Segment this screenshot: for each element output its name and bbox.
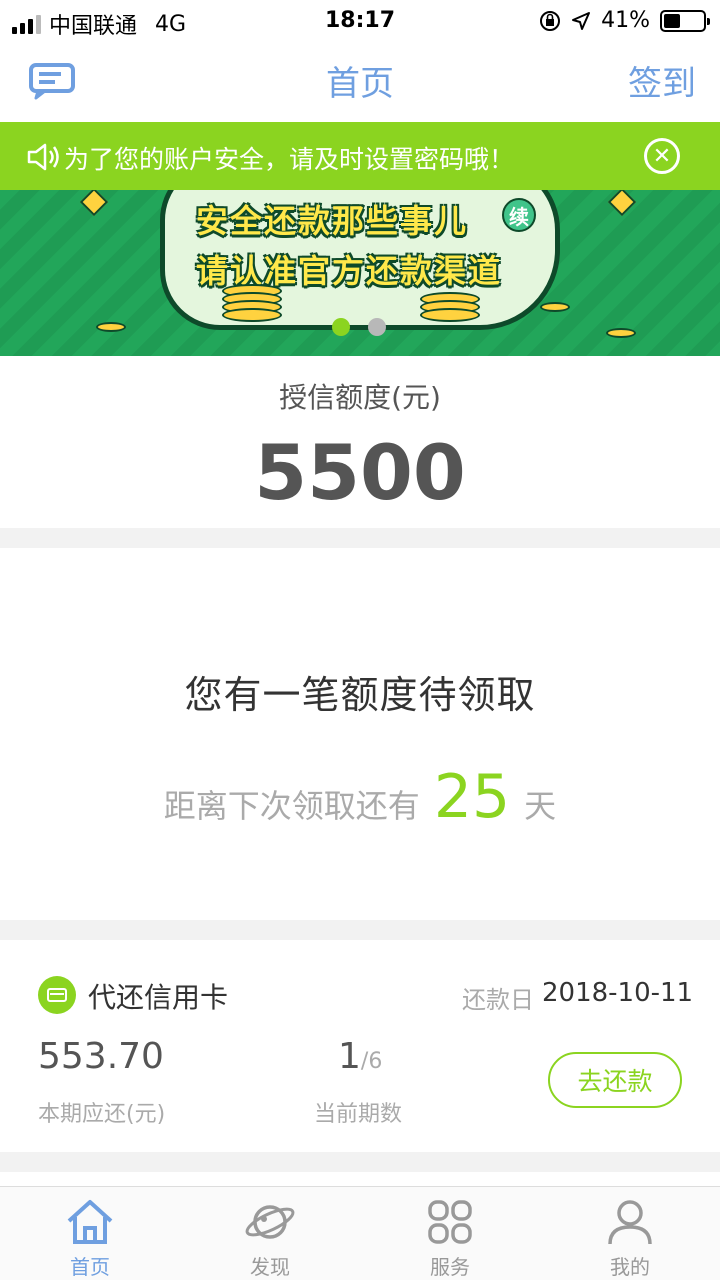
pending-countdown: 距离下次领取还有 25 天: [0, 762, 720, 832]
status-right: 41%: [539, 8, 710, 33]
due-date: 2018-10-11: [542, 978, 694, 1008]
amount-due-label: 本期应还(元): [38, 1102, 166, 1127]
countdown-suffix: 天: [524, 787, 557, 825]
tab-mine[interactable]: 我的: [540, 1187, 720, 1280]
battery-icon: [660, 9, 710, 32]
carousel-indicator: [332, 318, 386, 336]
repayment-title: 代还信用卡: [88, 981, 229, 1014]
coin-stack-icon: [420, 292, 480, 322]
coin-decoration: [96, 322, 126, 332]
tab-label: 发现: [250, 1255, 290, 1279]
period-total: /6: [360, 1049, 383, 1074]
grid-icon: [428, 1200, 472, 1244]
pending-credit-panel[interactable]: 您有一笔额度待领取 距离下次领取还有 25 天: [0, 548, 720, 920]
tab-label: 服务: [430, 1255, 470, 1279]
due-date-label: 还款日: [462, 986, 534, 1014]
promo-banner[interactable]: 安全还款那些事儿 续 请认准官方还款渠道: [0, 190, 720, 356]
amount-due: 553.70: [38, 1036, 164, 1077]
repay-button[interactable]: 去还款: [548, 1052, 682, 1108]
tab-label: 我的: [610, 1255, 650, 1279]
sparkle-decoration: [607, 190, 637, 217]
orientation-lock-icon: [540, 10, 561, 31]
current-period-label: 当前期数: [314, 1102, 403, 1127]
coin-decoration: [540, 302, 570, 312]
current-period: 1/6: [338, 1036, 382, 1077]
close-icon[interactable]: ✕: [644, 138, 680, 174]
security-notice[interactable]: 为了您的账户安全，请及时设置密码哦！ ✕: [0, 122, 720, 190]
tab-services[interactable]: 服务: [360, 1187, 540, 1280]
credit-card: 授信额度(元) 5500: [0, 356, 720, 528]
planet-icon: [245, 1205, 295, 1239]
carousel-dot-active[interactable]: [332, 318, 350, 336]
period-current: 1: [338, 1036, 361, 1077]
repayment-card: 代还信用卡 还款日 2018-10-11 553.70 本期应还(元) 1/6 …: [0, 940, 720, 1152]
battery-percent: 41%: [601, 8, 650, 33]
notice-text: 为了您的账户安全，请及时设置密码哦！: [64, 145, 515, 174]
speaker-icon: [27, 143, 59, 171]
banner-headline: 安全还款那些事儿: [196, 202, 469, 240]
credit-card-icon: [38, 976, 76, 1014]
tab-discover[interactable]: 发现: [180, 1187, 360, 1280]
countdown-days: 25: [433, 762, 511, 832]
countdown-prefix: 距离下次领取还有: [163, 787, 420, 825]
credit-limit-value: 5500: [254, 428, 466, 517]
location-icon: [572, 11, 591, 30]
tab-label: 首页: [70, 1255, 110, 1279]
home-icon: [67, 1200, 113, 1244]
nav-bar: 首页 签到: [0, 40, 720, 122]
battery-fill: [664, 13, 680, 28]
status-bar: 中国联通 4G 18:17 41%: [0, 0, 720, 40]
coin-decoration: [606, 328, 636, 338]
user-icon: [608, 1200, 652, 1245]
coin-stack-icon: [222, 284, 282, 322]
credit-limit-label: 授信额度(元): [279, 381, 441, 414]
page-title: 首页: [326, 64, 394, 104]
tab-home[interactable]: 首页: [0, 1187, 180, 1280]
tab-bar: 首页 发现 服务 我的: [0, 1186, 720, 1280]
carousel-dot[interactable]: [368, 318, 386, 336]
banner-badge: 续: [502, 198, 536, 232]
sign-in-button[interactable]: 签到: [628, 56, 696, 105]
sparkle-decoration: [79, 190, 109, 217]
pending-title: 您有一笔额度待领取: [184, 673, 536, 717]
